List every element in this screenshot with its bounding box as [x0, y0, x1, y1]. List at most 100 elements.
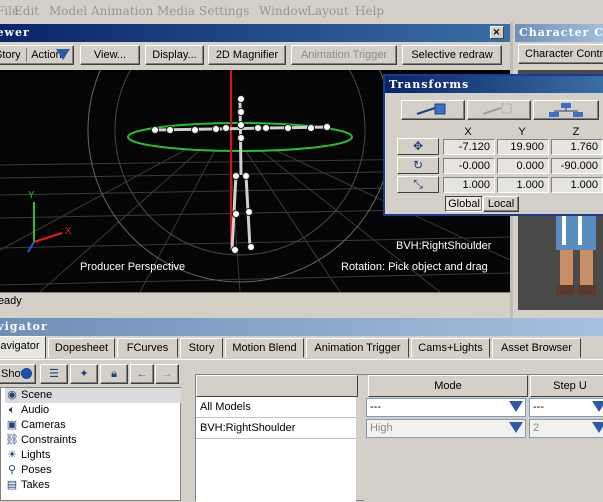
dropdown-divider	[25, 48, 27, 63]
menu-settings[interactable]: Settings	[199, 4, 249, 18]
grid-row-name-all-models[interactable]: All Models	[196, 397, 356, 418]
chevron-down-icon	[592, 422, 603, 433]
grid-header-step-u[interactable]: Step U	[530, 375, 603, 397]
character-controls-tab[interactable]: Character Controls	[518, 44, 603, 64]
viewer-title-bar: Viewer ×	[0, 24, 510, 42]
tree-item-scene[interactable]: ◉ Scene	[5, 388, 181, 403]
chevron-down-icon	[56, 49, 70, 60]
tree-item-label: Scene	[21, 389, 53, 401]
scale-x-field[interactable]: 1.000	[443, 177, 495, 193]
rotate-mode-button[interactable]	[467, 100, 531, 120]
move-arrow-icon	[416, 103, 446, 115]
tree-item-label: Takes	[21, 479, 50, 491]
rotate-icon[interactable]: ↻	[397, 157, 439, 174]
forward-button[interactable]: →	[155, 364, 179, 384]
translate-mode-button[interactable]	[401, 100, 465, 120]
combo-value: 2	[533, 422, 540, 434]
mode-left-label: Story	[0, 49, 21, 61]
rotate-z-field[interactable]: -90.000	[551, 158, 603, 174]
rotate-x-field[interactable]: -0.000	[443, 158, 495, 174]
camera-icon: ▣	[6, 419, 18, 431]
translate-z-field[interactable]: 1.760	[551, 139, 603, 155]
tree-item-takes[interactable]: ▤ Takes	[5, 478, 50, 493]
axis-gizmo	[27, 202, 63, 253]
transforms-window: Transforms X Y Z ✥ -7.120 19.900 1.760 ↻…	[383, 74, 603, 216]
properties-grid: Mode Step U All Models BVH:RightShoulder…	[195, 374, 603, 502]
combo-value: ---	[370, 401, 381, 413]
display-button[interactable]: Display...	[145, 45, 204, 65]
transforms-title: Transforms	[389, 78, 470, 91]
translate-y-field[interactable]: 19.900	[497, 139, 549, 155]
menu-help[interactable]: Help	[355, 4, 384, 18]
tree-item-poses[interactable]: ⚲ Poses	[5, 463, 52, 478]
chevron-down-icon	[509, 401, 523, 412]
list-view-button[interactable]: ☰	[40, 364, 68, 384]
tree-item-constraints[interactable]: ⛓︎ Constraints	[5, 433, 77, 448]
combo-value: ---	[533, 401, 544, 413]
header-y: Y	[518, 126, 526, 138]
scene-icon: ◉	[7, 389, 17, 401]
tree-item-label: Constraints	[21, 434, 77, 446]
grid-header-mode[interactable]: Mode	[368, 375, 528, 397]
tab-dopesheet[interactable]: Dopesheet	[48, 338, 115, 358]
magic-wand-icon: ✦	[79, 368, 89, 380]
translate-x-field[interactable]: -7.120	[443, 139, 495, 155]
rotate-y-field[interactable]: 0.000	[497, 158, 549, 174]
arrow-left-icon: ←	[136, 368, 148, 380]
story-action-dropdown[interactable]: Story Action	[0, 45, 74, 65]
scale-z-field[interactable]: 1.000	[551, 177, 603, 193]
speaker-icon: 🔈︎	[8, 404, 16, 416]
tree-item-label: Poses	[21, 464, 52, 476]
lock-button[interactable]: 🔒︎	[100, 364, 128, 384]
tab-asset-browser[interactable]: Asset Browser	[492, 338, 581, 358]
view-button[interactable]: View...	[80, 45, 140, 65]
menu-window[interactable]: Window	[259, 4, 308, 18]
tree-item-lights[interactable]: ☀︎ Lights	[5, 448, 50, 463]
tab-navigator[interactable]: Navigator	[0, 336, 46, 359]
close-icon: ×	[492, 27, 502, 38]
step-combo-bvh-rightshoulder[interactable]: 2	[529, 419, 603, 438]
grid-row-name-bvh-rightshoulder[interactable]: BVH:RightShoulder	[196, 418, 356, 439]
tab-animation-trigger[interactable]: Animation Trigger	[306, 338, 409, 358]
tab-motion-blend[interactable]: Motion Blend	[225, 338, 304, 358]
status-text: Ready	[0, 295, 22, 307]
character-controls-title: Character Controls	[519, 26, 603, 39]
navigator-body: Show ☰ ✦ 🔒︎ ← → ◉ Scene 🔈︎ Audio ▣ Cameras …	[0, 359, 603, 502]
scale-icon[interactable]: ⤡	[397, 176, 439, 193]
global-space-button[interactable]: Global	[445, 196, 483, 212]
scale-y-field[interactable]: 1.000	[497, 177, 549, 193]
viewer-toolbar: Story Action View... Display... 2D Magni…	[0, 42, 510, 70]
grid-name-empty	[196, 439, 356, 502]
translate-icon[interactable]: ✥	[397, 138, 439, 155]
animation-trigger-button[interactable]: Animation Trigger	[291, 45, 397, 65]
navigator-title: Navigator	[0, 320, 48, 333]
lock-icon: 🔒︎	[111, 368, 117, 380]
tree-item-audio[interactable]: 🔈︎ Audio	[5, 403, 49, 418]
tab-story[interactable]: Story	[180, 338, 223, 358]
menu-edit[interactable]: Edit	[14, 4, 39, 18]
tree-item-cameras[interactable]: ▣ Cameras	[5, 418, 66, 433]
combo-value: High	[370, 422, 393, 434]
menu-animation[interactable]: Animation	[91, 4, 153, 18]
header-x: X	[464, 126, 472, 138]
local-space-button[interactable]: Local	[483, 196, 519, 212]
navigator-title-bar: Navigator	[0, 318, 603, 336]
wand-button[interactable]: ✦	[70, 364, 98, 384]
menu-layout[interactable]: Layout	[307, 4, 349, 18]
2d-magnifier-button[interactable]: 2D Magnifier	[208, 45, 286, 65]
menu-media[interactable]: Media	[157, 4, 195, 18]
hierarchy-mode-button[interactable]	[533, 100, 599, 120]
step-combo-all-models[interactable]: ---	[529, 398, 603, 417]
back-button[interactable]: ←	[130, 364, 154, 384]
tab-cams-lights[interactable]: Cams+Lights	[411, 338, 490, 358]
header-z: Z	[572, 126, 580, 138]
selective-redraw-button[interactable]: Selective redraw	[402, 45, 502, 65]
axis-x-label: X	[65, 226, 72, 237]
rotation-hint: Rotation: Pick object and drag	[341, 261, 488, 273]
viewer-close-button[interactable]: ×	[490, 26, 504, 39]
mode-combo-bvh-rightshoulder[interactable]: High	[366, 419, 526, 438]
tab-fcurves[interactable]: FCurves	[117, 338, 178, 358]
show-toggle-button[interactable]: Show	[0, 364, 36, 384]
menu-model[interactable]: Model	[49, 4, 87, 18]
mode-combo-all-models[interactable]: ---	[366, 398, 526, 417]
